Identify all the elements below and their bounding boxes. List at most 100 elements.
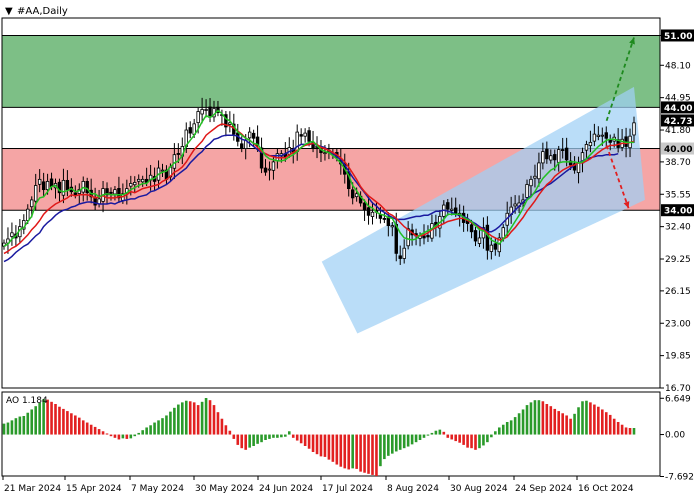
candle-body [172,154,177,169]
ao-panel-frame [1,391,661,477]
candle-body [61,179,66,196]
candle-body [196,111,200,124]
candle-body [450,208,454,211]
candle-body [564,147,569,161]
candle-body [576,162,581,173]
candle-body [65,179,70,191]
price-level-tag: 34.00 [661,204,694,217]
candle-body [477,237,482,244]
candle[interactable] [259,137,264,174]
price-tick-label: 48.10 [665,61,691,71]
price-tick-label: 38.70 [665,158,691,168]
candle-body [240,143,244,149]
candle-body [592,133,597,142]
candle[interactable] [188,121,192,139]
price-level-tag: 51.00 [661,29,694,42]
candle-body [382,218,387,220]
price-level-tag-label: 42.73 [664,117,692,127]
date-tick-label: 30 Aug 2024 [450,484,508,494]
price-tick-label: 32.40 [665,223,691,233]
date-tick-label: 30 May 2024 [195,484,254,494]
date-tick-label: 17 Jul 2024 [322,484,373,494]
candle[interactable] [236,123,240,147]
candle-body [485,224,490,251]
candle-body [362,202,367,211]
candle-body [453,207,458,214]
price-level-tag-label: 51.00 [664,32,692,42]
date-tick-label: 24 Jun 2024 [259,484,313,494]
candle-body [26,208,30,221]
candle-body [529,178,533,187]
candle-body [10,232,14,237]
ao-tick-label: 6.649 [665,394,691,404]
candle-body [588,141,593,147]
candle-body [489,244,494,252]
candle-body [553,154,557,161]
candle-body [533,175,537,179]
candle-body [137,178,141,182]
candle-body [133,182,137,186]
candle-body [37,178,42,185]
candle-body [263,167,268,173]
candle-body [208,106,212,117]
candle-body [525,184,529,198]
price-tick-label: 26.15 [665,287,691,297]
price-tick-label: 35.55 [665,190,691,200]
ao-tick-label: 0.00 [665,431,685,441]
candle-body [560,149,565,151]
candle[interactable] [303,128,307,143]
date-tick-label: 16 Oct 2024 [578,484,634,494]
price-tick-label: 19.85 [665,352,691,362]
candle-body [188,127,192,134]
candle-body [557,149,561,163]
candle-body [176,153,181,155]
price-level-tag: 40.00 [661,142,694,155]
trading-chart[interactable]: 51.0048.1044.9541.8038.7035.5532.4029.25… [0,0,700,500]
candle[interactable] [224,111,228,137]
candle[interactable] [2,239,6,250]
chart-symbol-title: #AA,Daily [17,6,68,17]
candle-body [247,131,252,139]
candle-body [204,109,208,111]
candle-body [390,225,395,228]
price-tick-label: 29.25 [665,255,691,265]
ao-indicator-label: AO 1.184 [6,396,48,406]
price-level-tag-label: 44.00 [664,104,692,114]
candle-body [469,224,474,233]
candle-body [584,144,589,151]
candle-body [350,189,355,199]
candle-body [49,178,54,187]
date-tick-label: 8 Aug 2024 [387,484,439,494]
candle-body [513,203,517,207]
candle-body [398,255,402,259]
zone-buy-target [2,35,660,108]
candle-body [140,178,145,183]
candle-body [271,161,276,171]
price-level-tag-label: 34.00 [664,207,692,217]
price-tick-label: 16.70 [665,384,691,394]
candle-body [501,227,505,239]
price-level-tag: 44.00 [661,101,694,114]
candle[interactable] [10,222,14,246]
candle-body [33,185,38,202]
date-tick-label: 24 Sep 2024 [515,484,572,494]
candle-body [81,181,85,193]
price-tick-label: 23.00 [665,319,691,329]
date-tick-label: 21 Mar 2024 [4,484,61,494]
chart-canvas[interactable]: 51.0048.1044.9541.8038.7035.5532.4029.25… [0,0,700,500]
candle-body [549,155,553,161]
candle-body [73,192,78,196]
candle-body [41,181,46,191]
candle-body [426,235,430,238]
candle[interactable] [22,214,26,235]
candle[interactable] [299,128,303,145]
date-tick-label: 15 Apr 2024 [66,484,122,494]
ao-tick-label: -7.692 [665,473,694,483]
candle-body [303,132,307,137]
candle-body [299,134,303,137]
candle-body [541,151,545,164]
date-tick-label: 7 May 2024 [131,484,184,494]
price-level-tag-label: 40.00 [664,145,692,155]
symbol-menu-icon[interactable]: ▼ [5,6,13,17]
candle-body [446,202,450,210]
